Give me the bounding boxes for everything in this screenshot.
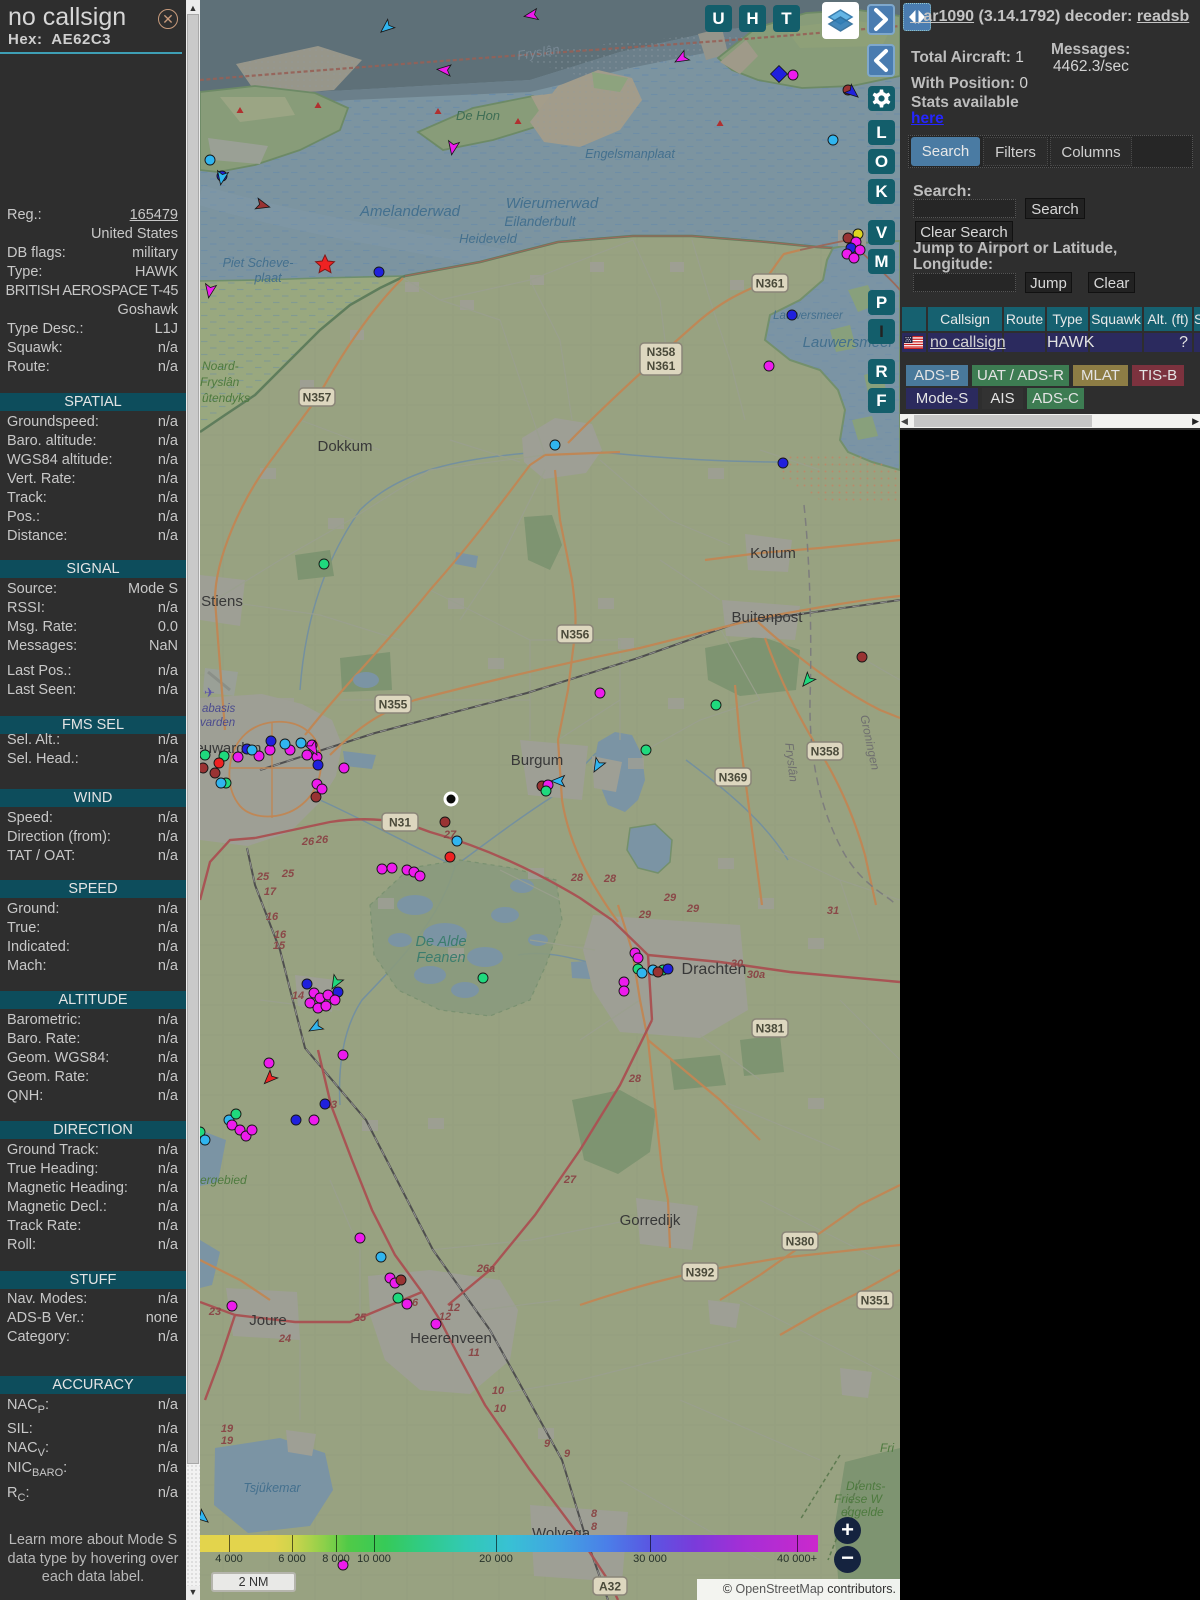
svg-text:14: 14 bbox=[292, 990, 304, 1002]
svg-text:Heideveld: Heideveld bbox=[459, 231, 518, 246]
svg-text:N357: N357 bbox=[303, 391, 332, 405]
svg-text:25: 25 bbox=[281, 868, 295, 880]
svg-text:30: 30 bbox=[731, 958, 744, 970]
svg-text:N358: N358 bbox=[811, 745, 840, 759]
svg-text:29: 29 bbox=[686, 903, 700, 915]
svg-text:Piet Scheve-: Piet Scheve- bbox=[223, 256, 294, 270]
svg-text:De Alde: De Alde bbox=[415, 934, 466, 950]
svg-text:25: 25 bbox=[353, 1312, 367, 1324]
svg-text:31: 31 bbox=[827, 905, 839, 917]
svg-text:N369: N369 bbox=[719, 771, 748, 785]
svg-text:Stiens: Stiens bbox=[201, 593, 243, 610]
svg-text:abasis: abasis bbox=[202, 703, 235, 715]
svg-text:Wierumerwad: Wierumerwad bbox=[506, 195, 599, 212]
svg-text:Friese W: Friese W bbox=[834, 1492, 884, 1506]
svg-text:19: 19 bbox=[221, 1423, 234, 1435]
svg-text:Drents-: Drents- bbox=[846, 1479, 885, 1493]
svg-text:9: 9 bbox=[564, 1448, 571, 1460]
svg-text:8: 8 bbox=[591, 1508, 598, 1520]
svg-text:Tsjûkemar: Tsjûkemar bbox=[243, 1481, 301, 1495]
svg-text:Eilanderbult: Eilanderbult bbox=[504, 214, 577, 229]
svg-text:Buitenpost: Buitenpost bbox=[732, 609, 804, 626]
svg-text:Dokkum: Dokkum bbox=[317, 438, 372, 455]
svg-text:N381: N381 bbox=[756, 1022, 785, 1036]
svg-text:9: 9 bbox=[544, 1438, 551, 1450]
svg-text:30a: 30a bbox=[747, 969, 765, 981]
svg-text:Joure: Joure bbox=[249, 1312, 287, 1329]
svg-text:26a: 26a bbox=[476, 1263, 495, 1275]
svg-text:plaat: plaat bbox=[253, 271, 282, 285]
svg-text:N351: N351 bbox=[861, 1294, 890, 1308]
svg-text:Burgum: Burgum bbox=[511, 752, 564, 769]
svg-text:N361: N361 bbox=[756, 277, 785, 291]
svg-text:A32: A32 bbox=[599, 1580, 621, 1594]
svg-text:29: 29 bbox=[638, 909, 652, 921]
svg-text:26: 26 bbox=[301, 836, 315, 848]
svg-text:N31: N31 bbox=[389, 816, 411, 830]
svg-text:N392: N392 bbox=[686, 1266, 715, 1280]
svg-text:Amelanderwad: Amelanderwad bbox=[359, 203, 461, 220]
svg-text:N356: N356 bbox=[561, 628, 590, 642]
svg-text:Fri: Fri bbox=[880, 1441, 894, 1455]
svg-text:17: 17 bbox=[264, 886, 277, 898]
svg-text:De Hon: De Hon bbox=[456, 108, 500, 123]
svg-text:✈: ✈ bbox=[204, 685, 215, 700]
svg-text:ergebied: ergebied bbox=[200, 1173, 247, 1187]
svg-text:10: 10 bbox=[492, 1385, 505, 1397]
svg-text:28: 28 bbox=[628, 1073, 642, 1085]
svg-text:11: 11 bbox=[468, 1347, 479, 1359]
svg-text:Heerenveen: Heerenveen bbox=[410, 1330, 492, 1347]
svg-text:8: 8 bbox=[591, 1521, 598, 1533]
svg-text:Fryslân: Fryslân bbox=[200, 375, 240, 389]
svg-text:29: 29 bbox=[663, 892, 677, 904]
svg-text:28: 28 bbox=[570, 872, 584, 884]
svg-text:N361: N361 bbox=[647, 359, 676, 373]
svg-text:10: 10 bbox=[494, 1403, 507, 1415]
svg-text:Gorredijk: Gorredijk bbox=[620, 1212, 681, 1229]
svg-text:N380: N380 bbox=[786, 1235, 815, 1249]
svg-text:ûtendyks: ûtendyks bbox=[202, 391, 250, 405]
svg-text:N358: N358 bbox=[647, 345, 676, 359]
svg-text:N355: N355 bbox=[379, 698, 408, 712]
svg-text:Feanen: Feanen bbox=[416, 950, 465, 966]
svg-text:Kollum: Kollum bbox=[750, 545, 796, 562]
svg-text:27: 27 bbox=[563, 1174, 577, 1186]
svg-text:23: 23 bbox=[208, 1306, 221, 1318]
svg-text:25: 25 bbox=[256, 871, 270, 883]
svg-text:26: 26 bbox=[315, 834, 329, 846]
svg-text:Noard-: Noard- bbox=[202, 359, 239, 373]
svg-text:19: 19 bbox=[221, 1435, 234, 1447]
svg-text:28: 28 bbox=[603, 873, 617, 885]
svg-text:15: 15 bbox=[273, 940, 286, 952]
svg-text:24: 24 bbox=[278, 1333, 291, 1345]
svg-text:Engelsmanplaat: Engelsmanplaat bbox=[585, 147, 675, 161]
svg-text:16: 16 bbox=[266, 911, 279, 923]
svg-text:12: 12 bbox=[439, 1311, 451, 1323]
svg-text:Lauwersmeer: Lauwersmeer bbox=[773, 310, 844, 322]
svg-text:varden: varden bbox=[200, 717, 235, 729]
